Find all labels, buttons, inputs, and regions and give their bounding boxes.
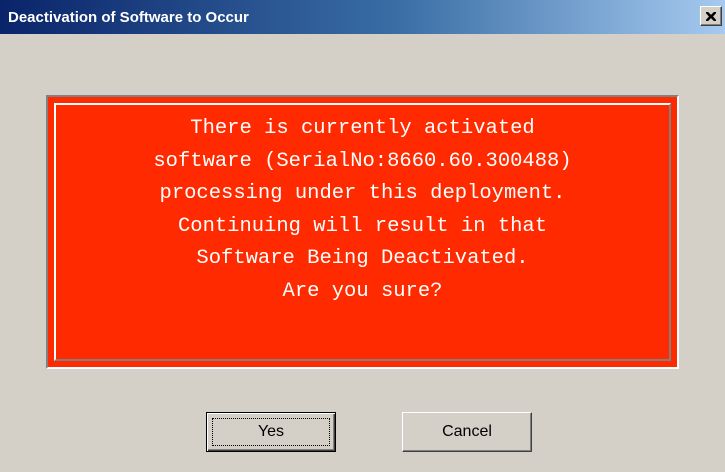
cancel-button[interactable]: Cancel bbox=[402, 412, 532, 452]
close-button[interactable] bbox=[700, 6, 722, 26]
deactivation-dialog: Deactivation of Software to Occur There … bbox=[0, 0, 725, 472]
warning-message-frame: There is currently activated software (S… bbox=[54, 103, 671, 361]
window-title: Deactivation of Software to Occur bbox=[8, 9, 249, 26]
close-x-icon bbox=[706, 11, 716, 21]
message-line-6: Are you sure? bbox=[282, 279, 443, 303]
message-line-1: There is currently activated bbox=[190, 117, 535, 140]
message-line-3: processing under this deployment. bbox=[159, 182, 566, 205]
title-bar: Deactivation of Software to Occur bbox=[0, 0, 725, 34]
message-line-4: Continuing will result in that bbox=[177, 214, 548, 238]
message-line-5: Software Being Deactivated. bbox=[196, 247, 529, 270]
warning-message-panel: There is currently activated software (S… bbox=[46, 95, 679, 369]
warning-message-text: There is currently activated software (S… bbox=[56, 113, 669, 308]
message-line-2: software (SerialNo:8660.60.300488) bbox=[153, 149, 572, 173]
yes-button-label: Yes bbox=[257, 423, 285, 440]
cancel-button-label: Cancel bbox=[442, 423, 492, 440]
yes-button[interactable]: Yes bbox=[206, 412, 336, 452]
